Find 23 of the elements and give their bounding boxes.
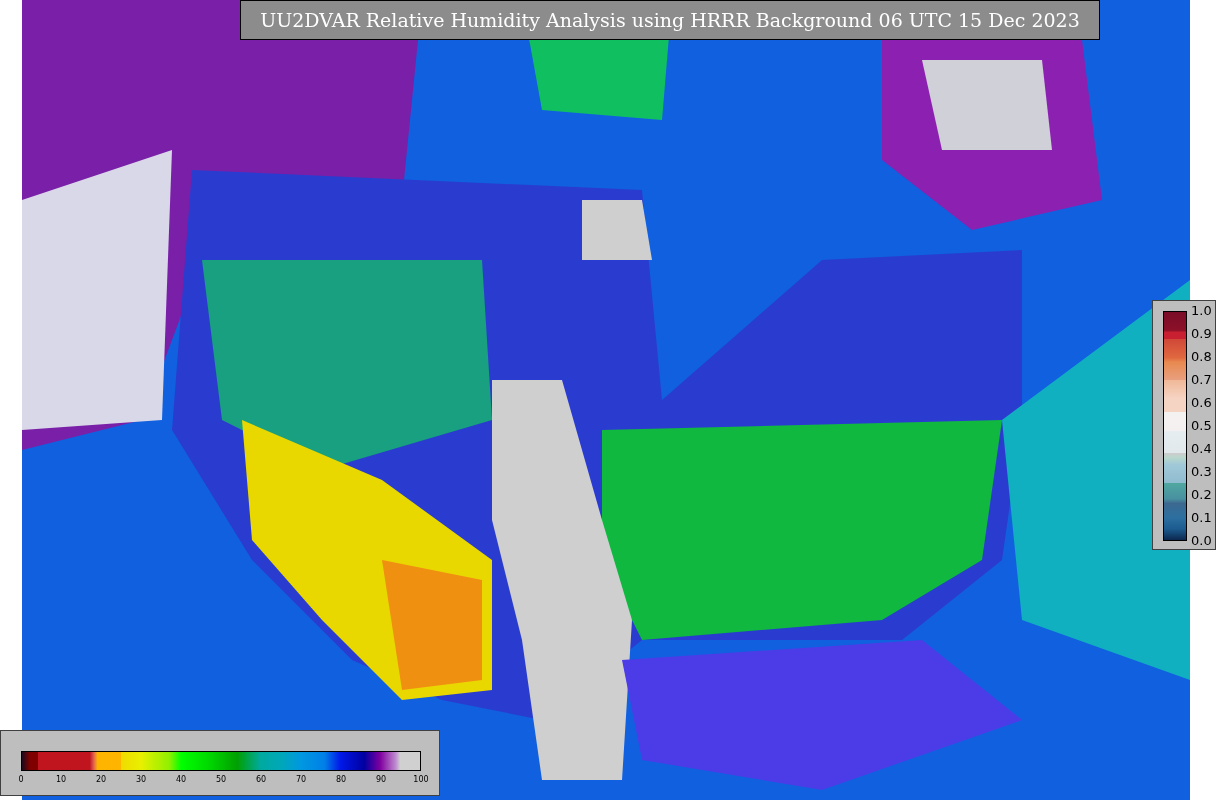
colorbar-tick-label: 70 [295, 775, 307, 785]
colorbar-tick-label: 0.8 [1191, 350, 1212, 364]
colorbar-tick-label: 90 [375, 775, 387, 785]
colorbar-tick-label: 0.5 [1191, 419, 1212, 433]
colorbar-tick-label: 0.3 [1191, 465, 1212, 479]
colorbar-tick-label: 0.7 [1191, 373, 1212, 387]
colorbar-tick-label: 0.1 [1191, 511, 1212, 525]
colorbar-tick-label: 10 [55, 775, 67, 785]
colorbar-tick-label: 0.4 [1191, 442, 1212, 456]
colorbar-tick-label: 40 [175, 775, 187, 785]
colorbar-tick-label: 50 [215, 775, 227, 785]
colorbar-tick-label: 20 [95, 775, 107, 785]
chart-title: UU2DVAR Relative Humidity Analysis using HRRR Background 06 UTC 15 Dec 2023 [240, 0, 1100, 40]
colorbar-tick-label: 0 [18, 775, 24, 785]
colorbar-tick-label: 60 [255, 775, 267, 785]
colorbar-tick-label: 30 [135, 775, 147, 785]
colorbar-tick-label: 0.0 [1191, 534, 1212, 548]
colorbar-tick-label: 0.2 [1191, 488, 1212, 502]
colorbar-tick-label: 80 [335, 775, 347, 785]
colorbar-tick-label: 1.0 [1191, 304, 1212, 318]
colorbar-tick-label: 0.9 [1191, 327, 1212, 341]
colorbar-tick-label: 0.6 [1191, 396, 1212, 410]
colorbar-tick-label: 100 [413, 775, 429, 785]
